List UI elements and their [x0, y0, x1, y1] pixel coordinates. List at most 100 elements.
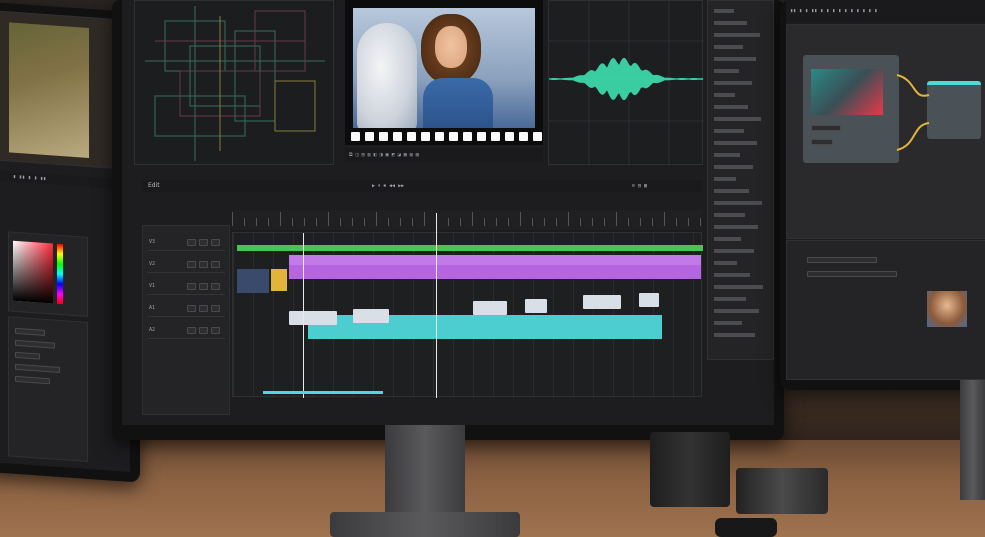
clip-blue-thumb[interactable] [237, 269, 269, 293]
inspector-row[interactable] [714, 165, 753, 169]
right-toolbar: ▮▮ ▮ ▮ ▮▮ ▮ ▮ ▮ ▮ ▮ ▮ ▮ ▮ ▮ ▮ [786, 0, 985, 22]
inspector-row[interactable] [714, 213, 745, 217]
clip-yellow[interactable] [271, 269, 287, 291]
timeline-area[interactable] [232, 213, 703, 398]
node-canvas[interactable] [786, 24, 985, 239]
right-toolbar-icons[interactable]: ▮▮ ▮ ▮ ▮▮ ▮ ▮ ▮ ▮ ▮ ▮ ▮ ▮ ▮ ▮ [790, 8, 877, 14]
inspector-row[interactable] [714, 105, 748, 109]
track-header[interactable]: A2 [147, 324, 225, 339]
inspector-row[interactable] [714, 21, 747, 25]
node-connections [896, 74, 930, 151]
ruler-tick [472, 212, 473, 226]
inspector-row[interactable] [714, 153, 740, 157]
toolbar-edit-label[interactable]: Edit [148, 182, 160, 189]
inspector-row[interactable] [714, 129, 744, 133]
node-graph-lines [145, 6, 325, 161]
preview-monitor[interactable] [345, 0, 543, 145]
track-header[interactable]: A1 [147, 302, 225, 317]
inspector-row[interactable] [714, 81, 752, 85]
media-thumbnail[interactable] [927, 291, 967, 327]
film-hole [491, 132, 500, 141]
inspector-row[interactable] [714, 45, 743, 49]
track-toggle[interactable] [187, 283, 196, 290]
track-header[interactable]: V1 [147, 280, 225, 295]
inspector-row[interactable] [714, 177, 736, 181]
hue-slider[interactable] [57, 243, 63, 305]
left-monitor-screen: ▮ ▮▮ ▮ ▮ ▮▮ [0, 8, 130, 472]
node-graph-panel[interactable] [134, 0, 334, 165]
track-toggle[interactable] [211, 327, 220, 334]
playhead[interactable] [436, 213, 437, 398]
inspector-row[interactable] [714, 261, 737, 265]
center-monitor: ⧉ ◫ ▤ ▥ ◧ ◨ ▣ ◩ ◪ ▦ ▧ ▨ Edit ▶ ⏸ ⏹ ◀◀ ▶▶… [112, 0, 784, 440]
inspector-row[interactable] [714, 273, 750, 277]
track-name: A2 [149, 327, 156, 333]
gear-icon[interactable]: ⚙ ▤ ▦ [632, 183, 647, 189]
preview-transport-bar: ⧉ ◫ ▤ ▥ ◧ ◨ ▣ ◩ ◪ ▦ ▧ ▨ [345, 148, 543, 162]
track-toggle[interactable] [187, 239, 196, 246]
inspector-row[interactable] [714, 33, 760, 37]
left-slider-4[interactable] [15, 363, 60, 373]
inspector-row[interactable] [714, 225, 758, 229]
clip-label-3[interactable] [473, 301, 507, 315]
left-slider-1[interactable] [15, 327, 45, 336]
inspector-row[interactable] [714, 9, 734, 13]
inspector-row[interactable] [714, 117, 761, 121]
track-toggle[interactable] [211, 261, 220, 268]
bin-item-1[interactable] [807, 257, 877, 263]
inspector-row[interactable] [714, 333, 755, 337]
play-icon[interactable]: ▶ ⏸ ⏹ ◀◀ ▶▶ [372, 183, 404, 189]
clip-magenta-track-top[interactable] [289, 255, 701, 265]
waveform-panel[interactable] [548, 0, 704, 166]
right-monitor-stand [960, 380, 985, 500]
clip-label-5[interactable] [583, 295, 621, 309]
inspector-row[interactable] [714, 309, 759, 313]
track-toggle[interactable] [211, 283, 220, 290]
clip-green-track[interactable] [237, 245, 703, 251]
film-hole [519, 132, 528, 141]
time-ruler[interactable] [232, 210, 702, 230]
media-bin[interactable] [786, 240, 985, 380]
inspector-row[interactable] [714, 201, 762, 205]
track-toggle[interactable] [211, 305, 220, 312]
track-toggle[interactable] [187, 305, 196, 312]
left-slider-3[interactable] [15, 351, 40, 360]
inspector-row[interactable] [714, 141, 757, 145]
inspector-row[interactable] [714, 57, 756, 61]
track-toggle[interactable] [199, 327, 208, 334]
playhead-left[interactable] [303, 233, 304, 398]
track-toggle[interactable] [199, 283, 208, 290]
track-name: V3 [149, 239, 156, 245]
inspector-row[interactable] [714, 321, 742, 325]
inspector-row[interactable] [714, 189, 749, 193]
inspector-row[interactable] [714, 93, 735, 97]
grid-line [253, 233, 254, 398]
left-slider-5[interactable] [15, 375, 50, 385]
inspector-row[interactable] [714, 69, 739, 73]
clip-label-6[interactable] [639, 293, 659, 307]
ruler-tick [700, 218, 701, 226]
clip-label-4[interactable] [525, 299, 547, 313]
film-hole [421, 132, 430, 141]
track-toggle[interactable] [187, 261, 196, 268]
left-slider-2[interactable] [15, 339, 55, 349]
track-toggle[interactable] [199, 305, 208, 312]
clip-magenta-track[interactable] [289, 265, 701, 279]
transport-icons[interactable]: ⧉ ◫ ▤ ▥ ◧ ◨ ▣ ◩ ◪ ▦ ▧ ▨ [349, 152, 419, 158]
inspector-row[interactable] [714, 297, 746, 301]
track-header[interactable]: V2 [147, 258, 225, 273]
inspector-row[interactable] [714, 249, 754, 253]
inspector-row[interactable] [714, 237, 741, 241]
track-toggle[interactable] [187, 327, 196, 334]
clip-label-1[interactable] [289, 311, 337, 325]
color-picker-panel[interactable] [8, 231, 88, 317]
track-toggle[interactable] [199, 261, 208, 268]
clip-label-2[interactable] [353, 309, 389, 323]
track-toggle[interactable] [199, 239, 208, 246]
inspector-row[interactable] [714, 285, 763, 289]
track-header[interactable]: V3 [147, 236, 225, 251]
bin-item-2[interactable] [807, 271, 897, 277]
track-toggle[interactable] [211, 239, 220, 246]
film-hole [351, 132, 360, 141]
timeline-scrollbar[interactable] [263, 391, 383, 394]
